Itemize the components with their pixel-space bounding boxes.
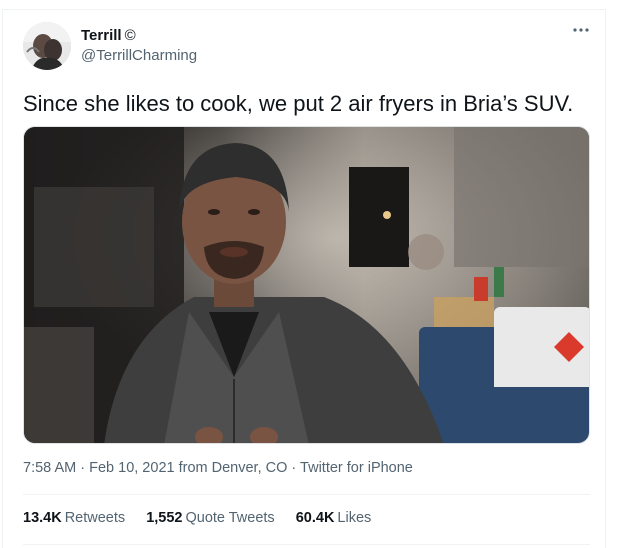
retweets-stat[interactable]: 13.4K Retweets	[23, 510, 125, 526]
tweet-meta: 7:58 AM · Feb 10, 2021 from Denver, CO ·…	[23, 460, 413, 476]
divider	[23, 544, 590, 545]
tweet-source[interactable]: Twitter for iPhone	[300, 460, 413, 476]
tweet-text: Since she likes to cook, we put 2 air fr…	[23, 91, 574, 116]
likes-label: Likes	[337, 510, 372, 526]
quote-tweets-stat[interactable]: 1,552 Quote Tweets	[146, 510, 275, 526]
likes-count: 60.4K	[295, 510, 335, 526]
author-name-suffix: ©	[124, 27, 136, 44]
likes-stat[interactable]: 60.4K Likes	[296, 510, 372, 526]
author-handle[interactable]: @TerrillCharming	[81, 47, 197, 64]
media-photo	[24, 127, 589, 443]
ellipsis-icon	[573, 28, 589, 32]
quote-tweets-count: 1,552	[146, 510, 183, 526]
divider	[23, 494, 590, 495]
tweet-card: Terrill © @TerrillCharming Since she like…	[2, 9, 606, 548]
tweet-time[interactable]: 7:58 AM	[23, 460, 76, 476]
retweets-label: Retweets	[64, 510, 126, 526]
author-name[interactable]: Terrill ©	[81, 27, 136, 44]
author-display-name[interactable]: Terrill	[81, 27, 122, 44]
tweet-date[interactable]: Feb 10, 2021	[89, 460, 174, 476]
tweet-location[interactable]: from Denver, CO	[179, 460, 288, 476]
avatar[interactable]	[23, 22, 71, 70]
quote-tweets-label: Quote Tweets	[185, 510, 275, 526]
meta-separator: ·	[80, 460, 86, 476]
tweet-media-image[interactable]	[23, 126, 590, 444]
meta-separator: ·	[291, 460, 297, 476]
tweet-stats: 13.4K Retweets 1,552 Quote Tweets 60.4K Lik…	[23, 510, 388, 526]
more-options-button[interactable]	[570, 24, 592, 40]
avatar-photo	[23, 22, 71, 70]
retweets-count: 13.4K	[23, 510, 62, 526]
